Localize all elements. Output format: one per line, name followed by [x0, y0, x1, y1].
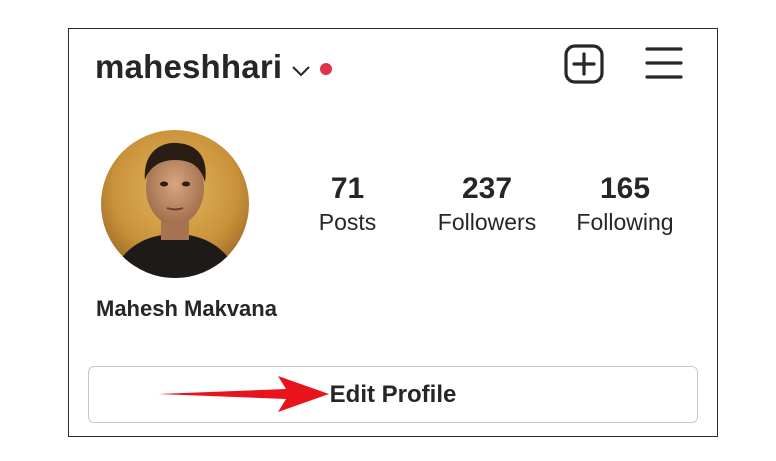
hamburger-menu-icon[interactable] [645, 45, 683, 81]
edit-profile-label: Edit Profile [329, 380, 457, 408]
following-label: Following [576, 209, 674, 235]
username-label: maheshhari [95, 48, 283, 85]
plus-square-icon[interactable] [563, 43, 605, 85]
followers-label: Followers [437, 209, 537, 235]
profile-screen: maheshhari 71 Posts 237 Followers 165 Fo… [68, 28, 718, 437]
stat-posts[interactable]: 71 Posts [305, 171, 390, 237]
account-switcher[interactable]: maheshhari [95, 45, 333, 89]
following-count: 165 [599, 172, 651, 205]
notification-dot [320, 63, 333, 75]
avatar[interactable] [101, 130, 249, 278]
posts-label: Posts [318, 209, 377, 235]
display-name: Mahesh Makvana [96, 296, 277, 321]
followers-count: 237 [461, 172, 513, 205]
posts-count: 71 [330, 172, 365, 205]
stat-followers[interactable]: 237 Followers [429, 171, 545, 237]
chevron-down-icon [292, 66, 310, 77]
arrow-annotation-icon [158, 376, 329, 412]
stat-following[interactable]: 165 Following [571, 171, 679, 237]
avatar-photo [101, 130, 249, 278]
